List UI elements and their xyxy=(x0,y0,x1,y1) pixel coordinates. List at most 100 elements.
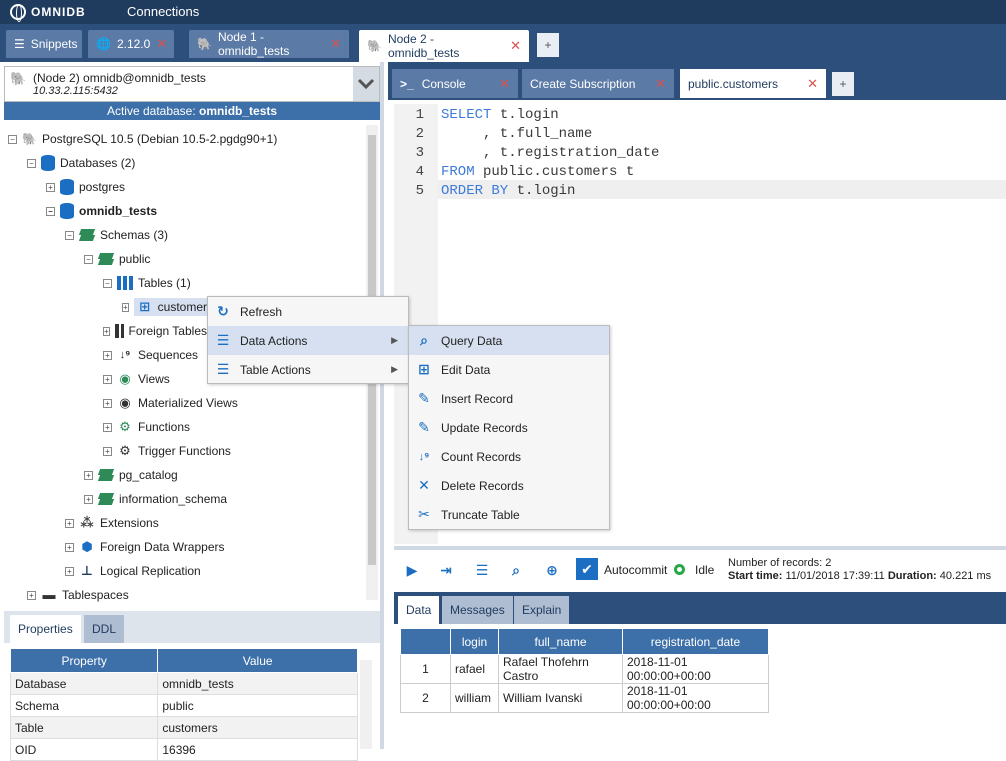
menu-label: Edit Data xyxy=(441,362,491,377)
menu-item-delete-records[interactable]: ✕ Delete Records xyxy=(409,471,609,500)
cell[interactable]: William Ivanski xyxy=(498,683,623,713)
expand-icon[interactable]: + xyxy=(84,494,93,504)
close-icon[interactable]: ✕ xyxy=(330,36,341,52)
expand-icon[interactable]: + xyxy=(65,542,74,552)
tree-node-logical-replication[interactable]: + ⊥ Logical Replication xyxy=(65,560,201,582)
collapse-icon[interactable]: − xyxy=(103,278,112,288)
pane-divider[interactable] xyxy=(394,546,1006,550)
connections-menu[interactable]: Connections xyxy=(127,4,199,19)
tree-node-postgres[interactable]: + postgres xyxy=(46,176,125,198)
tree-node-fdw[interactable]: + ⬢ Foreign Data Wrappers xyxy=(65,536,225,558)
tree-node-trigger-functions[interactable]: + ⚙ Trigger Functions xyxy=(103,440,231,462)
tab-snippets[interactable]: ☰ Snippets xyxy=(6,30,82,58)
tree-node-foreign-tables[interactable]: + Foreign Tables xyxy=(103,320,207,342)
close-icon[interactable]: ✕ xyxy=(655,76,666,92)
menu-item-insert-record[interactable]: ✎ Insert Record xyxy=(409,384,609,413)
close-icon[interactable]: ✕ xyxy=(807,76,818,92)
tab-public-customers[interactable]: public.customers ✕ xyxy=(680,69,826,98)
cell[interactable]: Rafael Thofehrn Castro xyxy=(498,654,623,684)
tab-version[interactable]: 🌐 2.12.0 ✕ xyxy=(88,30,174,58)
menu-item-data-actions[interactable]: ☰ Data Actions ▶ xyxy=(208,326,408,355)
tree-label: Tablespaces xyxy=(62,588,129,602)
list-icon[interactable]: ☰ xyxy=(472,560,492,580)
expand-icon[interactable]: + xyxy=(84,470,93,480)
collapse-icon[interactable]: − xyxy=(8,134,17,144)
close-icon[interactable]: ✕ xyxy=(510,38,521,54)
menu-item-table-actions[interactable]: ☰ Table Actions ▶ xyxy=(208,355,408,384)
menu-item-count-records[interactable]: ↓⁹ Count Records xyxy=(409,442,609,471)
expand-icon[interactable]: + xyxy=(122,302,129,312)
tab-create-subscription[interactable]: Create Subscription ✕ xyxy=(522,69,674,98)
menu-item-truncate-table[interactable]: ✂ Truncate Table xyxy=(409,500,609,529)
tab-node-2[interactable]: 🐘 Node 2 - omnidb_tests ✕ xyxy=(359,30,529,62)
search-icon[interactable]: ⌕ xyxy=(506,560,526,580)
brand-name: OMNIDB xyxy=(31,5,86,19)
tree-node-databases[interactable]: − Databases (2) xyxy=(27,152,135,174)
expand-icon[interactable]: + xyxy=(103,422,112,432)
autocommit-checkbox[interactable]: ✔ xyxy=(576,558,598,580)
expand-icon[interactable]: + xyxy=(46,182,55,192)
expand-icon[interactable]: + xyxy=(103,446,112,456)
tree-node-public[interactable]: − public xyxy=(84,248,150,270)
collapse-icon[interactable]: − xyxy=(27,158,36,168)
zoom-in-icon[interactable]: ⊕ xyxy=(542,560,562,580)
tree-node-customers[interactable]: + ⊞ customers xyxy=(122,296,208,318)
tab-data[interactable]: Data xyxy=(398,596,440,624)
expand-icon[interactable]: + xyxy=(103,398,112,408)
tree-node-functions[interactable]: + ⚙ Functions xyxy=(103,416,190,438)
menu-label: Refresh xyxy=(240,304,283,319)
indent-icon[interactable]: ⇥ xyxy=(436,560,456,580)
cell[interactable]: 2018-11-01 00:00:00+00:00 xyxy=(622,683,769,713)
tree-node-omnidb-tests[interactable]: − omnidb_tests xyxy=(46,200,157,222)
tree-node-pg-catalog[interactable]: + pg_catalog xyxy=(84,464,178,486)
close-icon[interactable]: ✕ xyxy=(156,36,167,52)
sql-text: t.login xyxy=(508,183,576,199)
tab-node-1[interactable]: 🐘 Node 1 - omnidb_tests ✕ xyxy=(189,30,349,58)
expand-icon[interactable]: + xyxy=(27,590,36,600)
properties-scrollbar[interactable] xyxy=(360,660,372,749)
connection-selector[interactable]: 🐘 (Node 2) omnidb@omnidb_tests 10.33.2.1… xyxy=(4,66,380,102)
tab-ddl[interactable]: DDL xyxy=(84,615,125,643)
chevron-down-icon[interactable] xyxy=(353,67,379,101)
result-tab-bar: Data Messages Explain xyxy=(394,592,1006,624)
add-tab-button[interactable]: + xyxy=(537,33,559,57)
tab-properties[interactable]: Properties xyxy=(10,615,81,643)
menu-item-query-data[interactable]: ⌕ Query Data xyxy=(409,326,609,355)
cell[interactable]: 2018-11-01 00:00:00+00:00 xyxy=(622,654,769,684)
tree-node-extensions[interactable]: + ⁂ Extensions xyxy=(65,512,159,534)
tab-explain[interactable]: Explain xyxy=(514,596,570,624)
expand-icon[interactable]: + xyxy=(65,518,74,528)
tree-node-information-schema[interactable]: + information_schema xyxy=(84,488,227,510)
tab-console[interactable]: >_ Console ✕ xyxy=(392,69,518,98)
collapse-icon[interactable]: − xyxy=(46,206,55,216)
expand-icon[interactable]: + xyxy=(103,326,110,336)
tree-node-sequences[interactable]: + ↓⁹ Sequences xyxy=(103,344,198,366)
database-icon xyxy=(60,179,74,195)
collapse-icon[interactable]: − xyxy=(84,254,93,264)
postgres-icon: 🐘 xyxy=(367,39,382,53)
close-icon[interactable]: ✕ xyxy=(499,76,510,92)
tree-node-tables[interactable]: − Tables (1) xyxy=(103,272,191,294)
omnidb-logo[interactable]: OMNIDB xyxy=(10,3,100,22)
tree-node-schemas[interactable]: − Schemas (3) xyxy=(65,224,168,246)
cell[interactable]: william xyxy=(450,683,499,713)
expand-icon[interactable]: + xyxy=(103,350,112,360)
search-icon: ⌕ xyxy=(420,332,428,348)
tab-messages[interactable]: Messages xyxy=(442,596,513,624)
table-row[interactable]: 1 rafael Rafael Thofehrn Castro 2018-11-… xyxy=(400,654,769,684)
menu-item-edit-data[interactable]: ⊞ Edit Data xyxy=(409,355,609,384)
tree-node-server[interactable]: − 🐘 PostgreSQL 10.5 (Debian 10.5-2.pgdg9… xyxy=(8,128,277,150)
postgres-icon: 🐘 xyxy=(10,71,27,86)
collapse-icon[interactable]: − xyxy=(65,230,74,240)
table-row[interactable]: 2 william William Ivanski 2018-11-01 00:… xyxy=(400,683,769,713)
menu-item-update-records[interactable]: ✎ Update Records xyxy=(409,413,609,442)
expand-icon[interactable]: + xyxy=(103,374,112,384)
run-query-button[interactable]: ▶ xyxy=(402,560,422,580)
tree-node-views[interactable]: + ◉ Views xyxy=(103,368,170,390)
tree-node-materialized-views[interactable]: + ◉ Materialized Views xyxy=(103,392,238,414)
cell[interactable]: rafael xyxy=(450,654,499,684)
menu-item-refresh[interactable]: ↻ Refresh xyxy=(208,297,408,326)
add-inner-tab-button[interactable]: + xyxy=(832,72,854,96)
tree-node-tablespaces[interactable]: + ▬ Tablespaces xyxy=(27,584,129,606)
expand-icon[interactable]: + xyxy=(65,566,74,576)
